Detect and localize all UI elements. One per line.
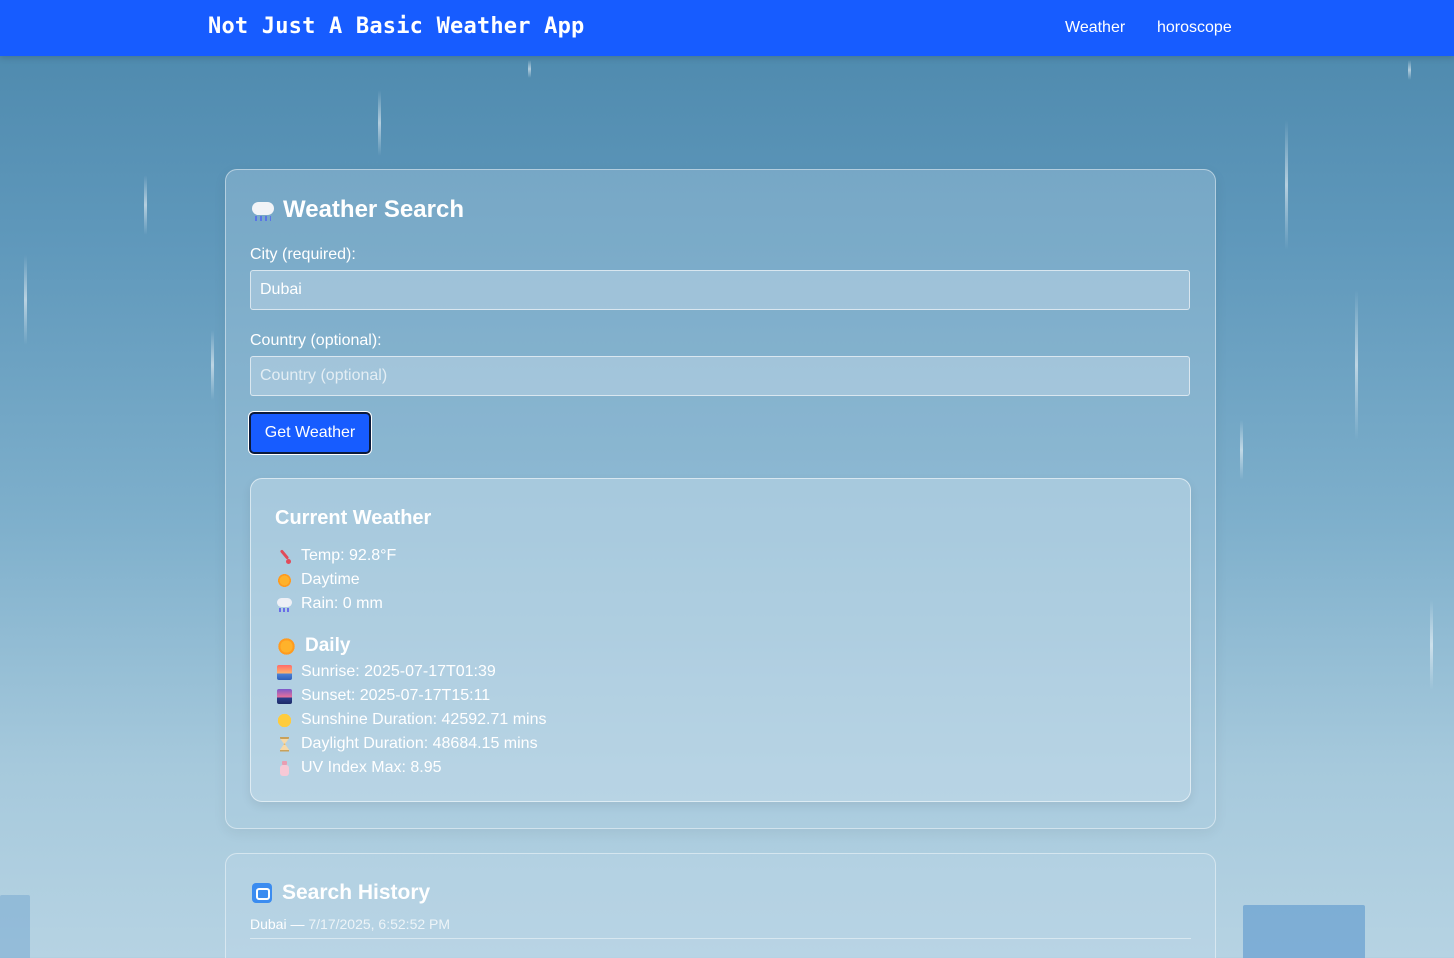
city-label: City (required): xyxy=(250,246,356,263)
daylight-text: Daylight Duration: 48684.15 mins xyxy=(301,735,538,752)
sun-icon xyxy=(277,572,292,588)
cloud-rain-icon xyxy=(251,199,274,221)
uv-row: UV Index Max: 8.95 xyxy=(277,759,442,777)
thermometer-icon xyxy=(277,549,292,564)
daytime-row: Daytime xyxy=(277,571,360,589)
sun-icon xyxy=(277,636,296,656)
uv-text: UV Index Max: 8.95 xyxy=(301,759,442,776)
sunrise-icon xyxy=(277,664,292,680)
current-weather-panel: Current Weather Temp: 92.8°F Daytime Rai… xyxy=(250,478,1191,802)
country-label: Country (optional): xyxy=(250,332,382,349)
country-input[interactable] xyxy=(250,356,1190,396)
daily-title-text: Daily xyxy=(305,635,351,656)
cloud-rain-icon xyxy=(277,597,292,612)
repeat-icon xyxy=(252,883,272,903)
search-history-card: Search History Dubai — 7/17/2025, 6:52:5… xyxy=(225,853,1216,958)
lotion-bottle-icon xyxy=(277,760,292,776)
daily-title: Daily xyxy=(277,635,350,657)
weather-search-title: Weather Search xyxy=(251,196,464,224)
nav-link-horoscope[interactable]: horoscope xyxy=(1157,19,1232,37)
rain-text: Rain: 0 mm xyxy=(301,595,383,612)
navbar: Not Just A Basic Weather App Weather hor… xyxy=(0,0,1454,56)
search-history-title: Search History xyxy=(252,881,430,905)
rain-row: Rain: 0 mm xyxy=(277,595,383,613)
sunrise-text: Sunrise: 2025-07-17T01:39 xyxy=(301,663,496,680)
weather-search-title-text: Weather Search xyxy=(283,196,464,223)
app-brand[interactable]: Not Just A Basic Weather App xyxy=(208,14,584,39)
history-entry-separator: — xyxy=(290,916,305,932)
temp-row: Temp: 92.8°F xyxy=(277,547,396,565)
smiling-face-icon xyxy=(277,712,292,728)
sunshine-text: Sunshine Duration: 42592.71 mins xyxy=(301,711,547,728)
sunshine-row: Sunshine Duration: 42592.71 mins xyxy=(277,711,547,729)
nav-link-weather[interactable]: Weather xyxy=(1065,19,1125,37)
weather-search-card: Weather Search City (required): Country … xyxy=(225,169,1216,829)
sunrise-row: Sunrise: 2025-07-17T01:39 xyxy=(277,663,496,681)
city-input[interactable] xyxy=(250,270,1190,310)
history-entry[interactable]: Dubai — 7/17/2025, 6:52:52 PM xyxy=(250,916,450,932)
hourglass-icon xyxy=(277,737,292,752)
history-divider xyxy=(250,938,1191,939)
sunset-text: Sunset: 2025-07-17T15:11 xyxy=(301,687,491,704)
current-weather-title: Current Weather xyxy=(275,507,432,529)
search-history-title-text: Search History xyxy=(282,881,431,904)
daytime-text: Daytime xyxy=(301,571,360,588)
temp-text: Temp: 92.8°F xyxy=(301,547,397,564)
history-entry-city: Dubai xyxy=(250,916,287,932)
daylight-row: Daylight Duration: 48684.15 mins xyxy=(277,735,538,753)
sunset-icon xyxy=(277,688,292,704)
get-weather-button[interactable]: Get Weather xyxy=(249,412,371,454)
sunset-row: Sunset: 2025-07-17T15:11 xyxy=(277,687,490,705)
history-entry-time: 7/17/2025, 6:52:52 PM xyxy=(308,916,451,932)
